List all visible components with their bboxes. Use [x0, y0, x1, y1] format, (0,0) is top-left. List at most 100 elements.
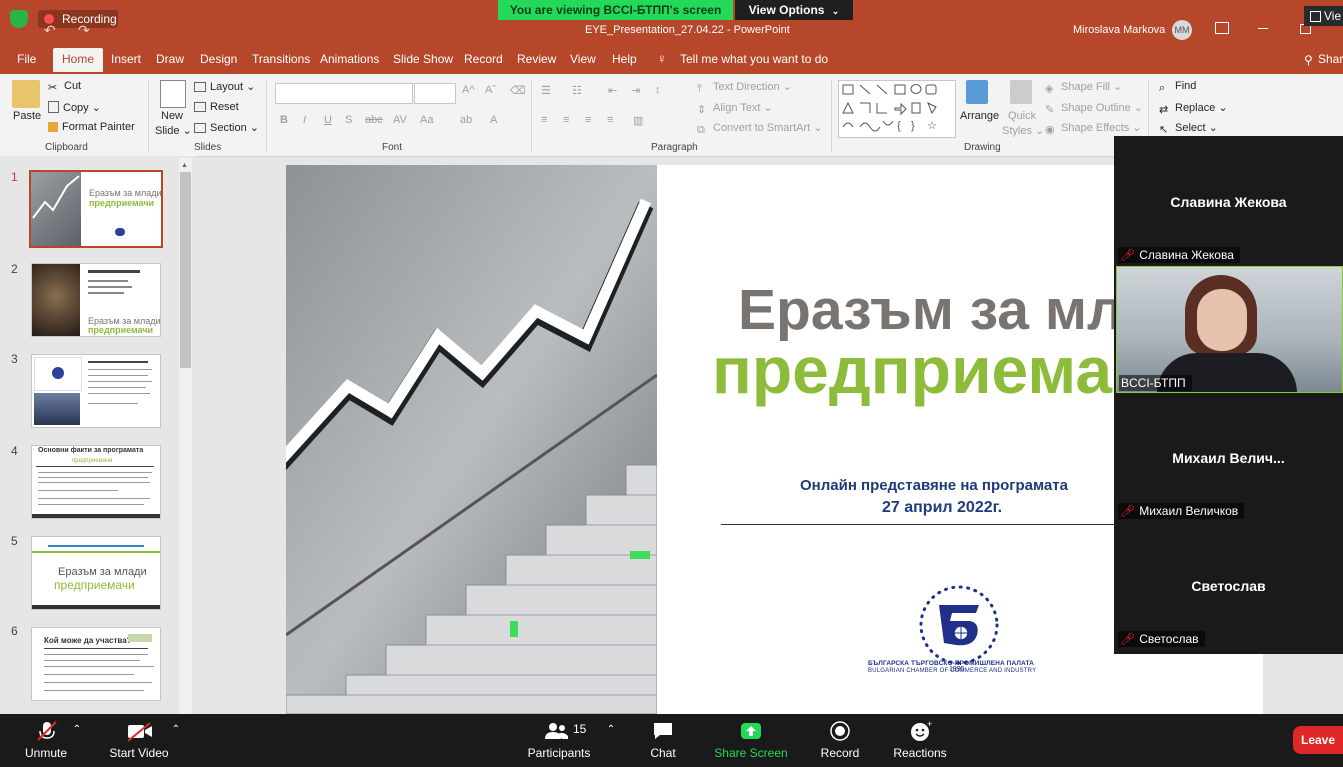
tab-insert[interactable]: Insert: [111, 52, 141, 66]
align-left-icon[interactable]: ≡: [541, 114, 547, 126]
align-center-icon[interactable]: ≡: [563, 114, 569, 126]
svg-text:+: +: [927, 720, 932, 729]
quick-styles-button[interactable]: Quick: [1008, 110, 1036, 122]
tab-slide-show[interactable]: Slide Show: [393, 52, 453, 66]
tab-help[interactable]: Help: [612, 52, 637, 66]
strikethrough-icon[interactable]: abc: [365, 114, 383, 126]
start-video-button[interactable]: Start Video: [104, 714, 174, 767]
undo-icon[interactable]: ↶: [44, 22, 56, 39]
new-slide-icon[interactable]: [160, 80, 186, 108]
new-slide-button-line2[interactable]: Slide ⌄: [155, 124, 192, 137]
shape-outline-button[interactable]: ✎ Shape Outline ⌄: [1045, 101, 1143, 116]
scroll-up-icon[interactable]: ▲: [181, 162, 188, 169]
quick-styles-icon[interactable]: [1010, 80, 1032, 104]
new-slide-button[interactable]: New: [161, 110, 183, 122]
decrease-indent-icon[interactable]: ⇤: [608, 84, 617, 97]
slide-thumbnail-3[interactable]: [31, 354, 161, 428]
shadow-icon[interactable]: S: [345, 114, 352, 126]
redo-icon[interactable]: ↷: [78, 22, 90, 39]
tab-draw[interactable]: Draw: [156, 52, 184, 66]
paste-icon[interactable]: [12, 80, 40, 108]
tab-record[interactable]: Record: [464, 52, 503, 66]
thumbnail-divider: [44, 648, 148, 649]
thumbnail-scrollbar[interactable]: ▲: [179, 158, 192, 714]
scrollbar-thumb[interactable]: [180, 172, 191, 368]
share-button[interactable]: Share: [1318, 52, 1343, 66]
align-right-icon[interactable]: ≡: [585, 114, 591, 126]
video-tile[interactable]: Михаил Велич... 🎤︎ Михаил Величков: [1114, 394, 1343, 522]
slide-thumbnail-1[interactable]: Еразъм за млади предприемачи: [29, 170, 163, 248]
quick-styles-button-line2[interactable]: Styles ⌄: [1002, 124, 1044, 137]
font-color-icon[interactable]: A: [490, 114, 497, 126]
tab-view[interactable]: View: [570, 52, 596, 66]
tab-home[interactable]: Home: [53, 48, 104, 72]
arrange-button[interactable]: Arrange: [960, 110, 999, 122]
align-text-button[interactable]: ⇕ Align Text ⌄: [697, 101, 773, 116]
video-options-chevron-icon[interactable]: ⌃: [169, 724, 183, 738]
layout-button[interactable]: Layout ⌄: [194, 80, 255, 93]
numbering-icon[interactable]: ☷: [572, 84, 582, 97]
font-size-select[interactable]: [414, 83, 456, 104]
decrease-font-icon[interactable]: Aˇ: [485, 84, 496, 96]
format-painter-button[interactable]: Format Painter: [48, 121, 135, 133]
shapes-gallery[interactable]: {} ☆: [838, 80, 956, 138]
share-screen-button[interactable]: Share Screen: [711, 714, 791, 767]
highlight-icon[interactable]: ab: [460, 114, 472, 126]
tab-review[interactable]: Review: [517, 52, 556, 66]
replace-button[interactable]: ⇄ Replace ⌄: [1159, 101, 1228, 116]
muted-mic-icon: 🎤︎: [1120, 504, 1136, 518]
slide-thumbnail-4[interactable]: Основни факти за програмата предприемачи: [31, 445, 161, 519]
slide-thumbnail-6[interactable]: Кой може да участва?: [31, 627, 161, 701]
text-direction-button[interactable]: ⤒ Text Direction ⌄: [697, 80, 792, 95]
reset-button[interactable]: Reset: [194, 101, 239, 113]
cut-button[interactable]: ✂ Cut: [48, 80, 81, 94]
video-tile-active[interactable]: BCCI-БТПП: [1116, 266, 1343, 393]
corner-view-button[interactable]: Vie: [1304, 6, 1343, 26]
video-tile[interactable]: Светослав 🎤︎ Светослав: [1114, 524, 1343, 652]
bullets-icon[interactable]: ☰: [541, 84, 551, 97]
ribbon-display-icon[interactable]: [1215, 22, 1229, 34]
audio-options-chevron-icon[interactable]: ⌃: [70, 724, 84, 738]
arrange-icon[interactable]: [966, 80, 988, 104]
user-name: Miroslava Markova: [1073, 24, 1166, 36]
leave-button[interactable]: Leave: [1293, 726, 1343, 754]
participants-button[interactable]: 15 Participants: [524, 714, 594, 767]
tell-me-search[interactable]: Tell me what you want to do: [680, 52, 828, 66]
shape-effects-button[interactable]: ◉ Shape Effects ⌄: [1045, 121, 1142, 136]
section-button[interactable]: Section ⌄: [194, 121, 259, 134]
slide-thumbnail-5[interactable]: Еразъм за млади предприемачи: [31, 536, 161, 610]
underline-icon[interactable]: U: [324, 114, 332, 126]
minimize-icon[interactable]: [1258, 28, 1268, 29]
bold-icon[interactable]: B: [280, 114, 288, 126]
select-button[interactable]: ↖ Select ⌄: [1159, 121, 1218, 136]
tab-transitions[interactable]: Transitions: [252, 52, 310, 66]
chat-button[interactable]: Chat: [640, 714, 686, 767]
shapes-gallery-icons: {} ☆: [842, 84, 937, 132]
shape-fill-button[interactable]: ◈ Shape Fill ⌄: [1045, 80, 1122, 95]
increase-indent-icon[interactable]: ⇥: [631, 84, 640, 97]
line-spacing-icon[interactable]: ↕: [655, 84, 661, 96]
find-button[interactable]: ⌕ Find: [1159, 80, 1196, 94]
columns-icon[interactable]: ▥: [633, 114, 643, 127]
tab-file[interactable]: File: [17, 52, 36, 66]
tab-animations[interactable]: Animations: [320, 52, 379, 66]
tab-design[interactable]: Design: [200, 52, 237, 66]
copy-button[interactable]: Copy ⌄: [48, 101, 101, 114]
change-case-icon[interactable]: Aa: [420, 114, 433, 126]
reactions-button[interactable]: + Reactions: [890, 714, 950, 767]
unmute-button[interactable]: Unmute: [16, 714, 76, 767]
view-options-button[interactable]: View Options ⌄: [735, 0, 853, 20]
italic-icon[interactable]: I: [303, 114, 306, 126]
clear-format-icon[interactable]: ⌫: [510, 84, 526, 97]
participants-options-chevron-icon[interactable]: ⌃: [604, 724, 618, 738]
char-spacing-icon[interactable]: AV: [393, 114, 407, 126]
font-name-select[interactable]: [275, 83, 413, 104]
slide-thumbnail-2[interactable]: Еразъм за млади предприемачи: [31, 263, 161, 337]
record-button[interactable]: Record: [815, 714, 865, 767]
justify-icon[interactable]: ≡: [607, 114, 613, 126]
avatar[interactable]: MM: [1172, 20, 1192, 40]
paste-button[interactable]: Paste: [13, 110, 41, 122]
video-tile[interactable]: Славина Жекова 🎤︎ Славина Жекова: [1114, 136, 1343, 264]
increase-font-icon[interactable]: A^: [462, 84, 475, 96]
convert-smartart-button[interactable]: ⧉ Convert to SmartArt ⌄: [697, 121, 822, 136]
